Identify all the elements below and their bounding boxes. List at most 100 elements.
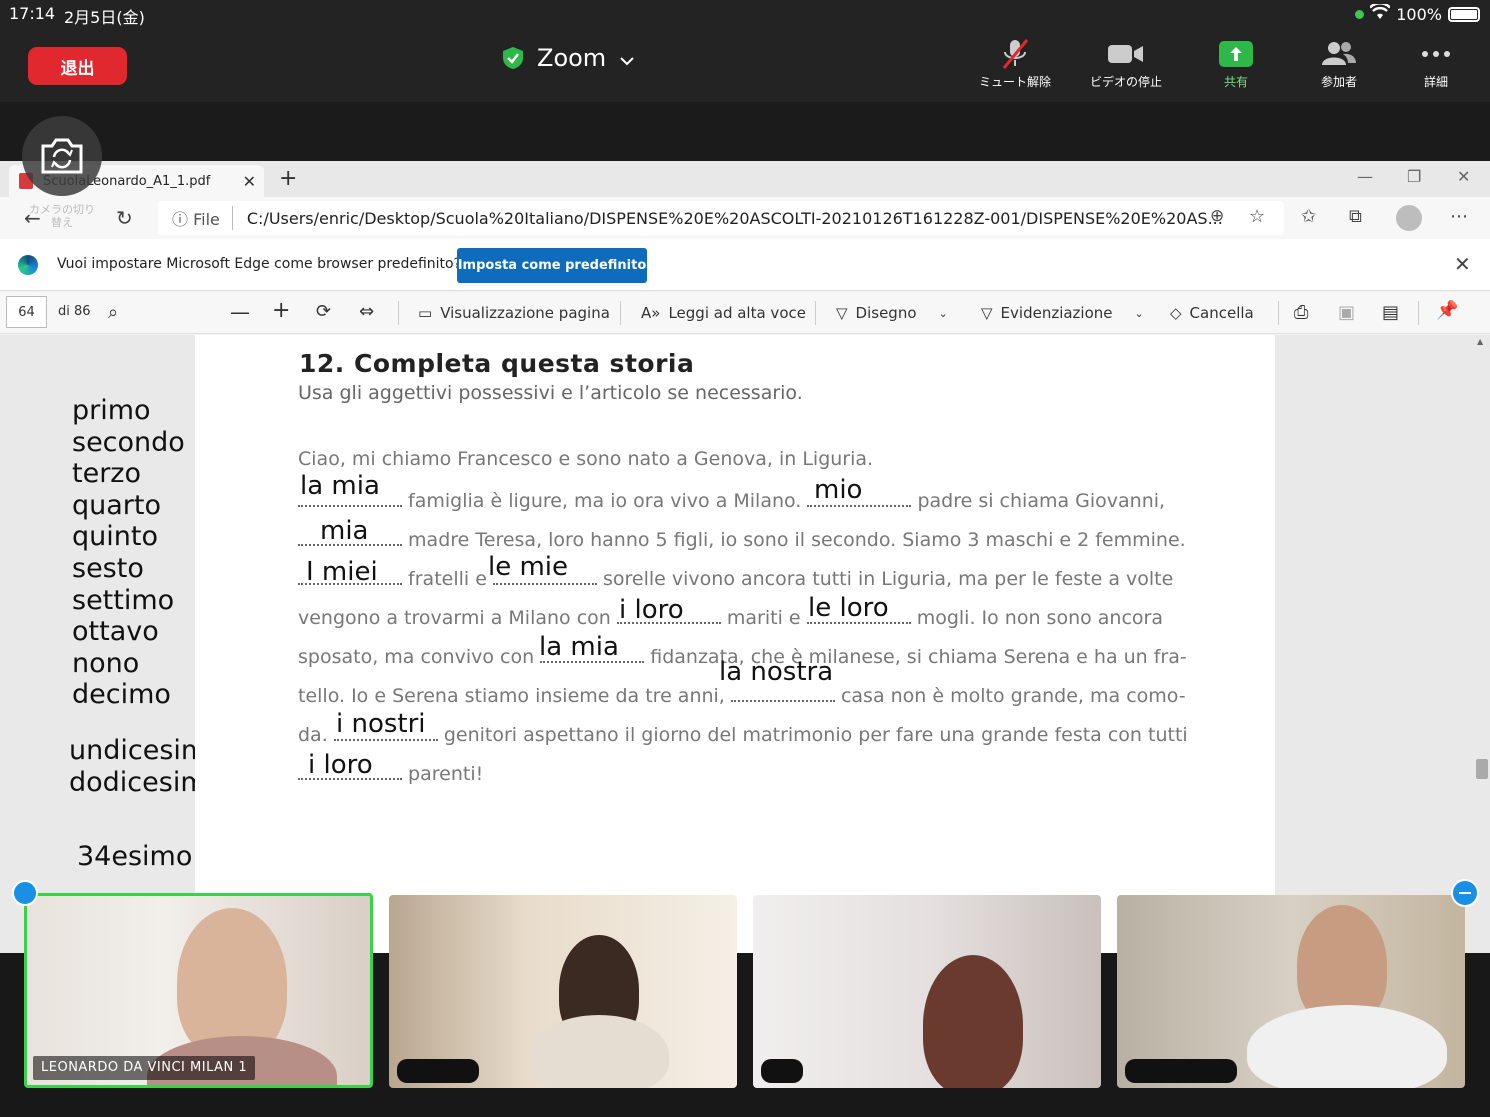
ordinal-note: ottavo	[72, 616, 159, 648]
shared-screen-margin	[0, 102, 1490, 161]
more-button[interactable]: 詳細	[1381, 38, 1490, 90]
ordinal-note: terzo	[72, 458, 141, 490]
participant-video	[923, 955, 1023, 1088]
video-camera-icon	[1071, 38, 1181, 70]
set-default-button[interactable]: Imposta come predefinito	[457, 248, 647, 283]
story-line: fratelli e sorelle vivono ancora tutti i…	[298, 565, 1173, 590]
favorites-icon[interactable]: ✩	[1301, 206, 1316, 227]
restore-icon[interactable]: ❐	[1407, 167, 1421, 186]
video-tile-active-speaker[interactable]: LEONARDO DA VINCI MILAN 1	[24, 893, 373, 1088]
camera-in-use-dot	[1355, 9, 1365, 19]
answer-text: mia	[320, 516, 369, 546]
answer-text: i nostri	[336, 709, 426, 739]
pdf-viewer[interactable]: primo secondo terzo quarto quinto sesto …	[0, 335, 1490, 953]
collections-icon[interactable]: ⧉	[1349, 206, 1362, 227]
ordinal-note: sesto	[72, 552, 144, 584]
ordinal-note: settimo	[72, 584, 175, 616]
minimize-icon[interactable]: —	[1357, 167, 1373, 186]
erase-button[interactable]: ◇ Cancella	[1170, 304, 1254, 322]
wifi-icon	[1369, 2, 1392, 24]
participant-name: LEONARDO DA VINCI MILAN 1	[33, 1056, 256, 1080]
answer-text: le loro	[808, 593, 889, 623]
share-arrow-icon	[1219, 41, 1253, 67]
stop-video-button[interactable]: ビデオの停止	[1071, 38, 1181, 90]
scroll-thumb[interactable]	[1476, 759, 1488, 779]
edge-browser-window: ScuolaLeonardo_A1_1.pdf ✕ + — ❐ ✕ ← ↻ ⓘ …	[0, 161, 1490, 953]
add-favorite-icon[interactable]: ☆	[1249, 206, 1265, 227]
answer-text: le mie	[488, 552, 569, 582]
participants-button[interactable]: 参加者	[1284, 38, 1394, 90]
chevron-down-icon[interactable]: ⌄	[939, 307, 948, 320]
answer-text: la nostra	[719, 657, 834, 687]
address-bar[interactable]: ⓘ File C:/Users/enric/Desktop/Scuola%20I…	[158, 201, 1284, 235]
save-icon[interactable]: ▣	[1338, 302, 1355, 323]
edge-logo-icon	[18, 255, 38, 275]
participant-video	[1247, 1005, 1447, 1088]
share-button[interactable]: 共有	[1181, 38, 1291, 90]
story-line: da. genitori aspettano il giorno del mat…	[298, 721, 1188, 746]
answer-text: la mia	[539, 632, 619, 662]
ordinal-note: nono	[72, 647, 140, 679]
ordinal-note: primo	[72, 395, 151, 426]
unmute-button[interactable]: ミュート解除	[960, 38, 1070, 90]
scroll-up-icon[interactable]: ▲	[1477, 337, 1483, 346]
draw-button[interactable]: ▽ Disegno ⌄	[836, 304, 948, 322]
zoom-out-icon[interactable]: —	[230, 300, 250, 324]
video-tile[interactable]	[389, 895, 737, 1088]
more-dots-icon	[1381, 38, 1490, 70]
vertical-scrollbar[interactable]: ▲	[1474, 335, 1488, 953]
more-label: 詳細	[1423, 75, 1448, 89]
search-icon[interactable]: ⌕	[108, 302, 118, 323]
pdf-page: 12. Completa questa storia Usa gli agget…	[195, 335, 1275, 953]
participants-icon	[1284, 38, 1394, 70]
zoom-in-icon[interactable]: +	[272, 298, 290, 323]
leave-button[interactable]: 退出	[28, 47, 127, 85]
video-tile[interactable]	[753, 895, 1101, 1088]
participant-video	[529, 1015, 669, 1088]
page-count: di 86	[58, 304, 91, 319]
close-window-icon[interactable]: ✕	[1457, 167, 1470, 186]
pin-toolbar-icon[interactable]: 📌	[1436, 300, 1458, 321]
status-date: 2月5日(金)	[64, 8, 145, 27]
ordinal-note: decimo	[72, 679, 171, 711]
page-view-icon: ▭	[418, 304, 433, 322]
highlight-button[interactable]: ▽ Evidenziazione ⌄	[981, 304, 1144, 322]
tab-bar: ScuolaLeonardo_A1_1.pdf ✕ + — ❐ ✕	[0, 161, 1490, 197]
profile-avatar[interactable]	[1396, 205, 1422, 231]
refresh-icon[interactable]: ↻	[116, 206, 133, 230]
settings-more-icon[interactable]: ⋯	[1450, 206, 1468, 227]
page-number-input[interactable]: 64	[6, 296, 47, 328]
url-text: C:/Users/enric/Desktop/Scuola%20Italiano…	[246, 208, 1223, 228]
share-label: 共有	[1223, 75, 1248, 89]
answer-text: mio	[814, 475, 863, 505]
infobar-text: Vuoi impostare Microsoft Edge come brows…	[57, 256, 462, 272]
page-view-button[interactable]: ▭ Visualizzazione pagina	[418, 304, 610, 322]
meeting-title[interactable]: Zoom	[503, 44, 634, 72]
close-infobar-icon[interactable]: ✕	[1454, 252, 1471, 276]
default-browser-infobar: Vuoi impostare Microsoft Edge come brows…	[0, 239, 1490, 291]
chevron-down-icon[interactable]: ⌄	[1135, 307, 1144, 320]
zoom-page-icon[interactable]: ⊕	[1210, 206, 1224, 226]
ordinal-note: quarto	[72, 489, 162, 521]
answer-text: i loro	[619, 595, 684, 625]
save-as-icon[interactable]: ▤	[1382, 302, 1399, 323]
print-icon[interactable]: ⎙	[1294, 302, 1308, 323]
rotate-icon[interactable]: ⟳	[316, 301, 331, 322]
video-tile[interactable]	[1117, 895, 1465, 1088]
camera-switch-button[interactable]	[22, 116, 102, 196]
close-tab-icon[interactable]: ✕	[243, 172, 256, 191]
read-aloud-icon: A»	[641, 304, 661, 322]
address-bar-row: ← ↻ ⓘ File C:/Users/enric/Desktop/Scuola…	[0, 197, 1490, 239]
meeting-title-text: Zoom	[537, 44, 607, 72]
collapse-gallery-icon[interactable]	[1451, 879, 1479, 907]
chevron-down-icon	[620, 44, 634, 72]
file-indicator: ⓘ File	[172, 206, 233, 230]
eraser-icon: ◇	[1170, 304, 1182, 322]
exercise-title: 12. Completa questa storia	[299, 349, 695, 378]
fit-page-icon[interactable]: ⇔	[359, 301, 374, 322]
spotlight-icon[interactable]	[12, 880, 38, 906]
ordinal-note-34: 34esimo	[77, 841, 193, 872]
mic-muted-icon	[960, 38, 1070, 70]
new-tab-icon[interactable]: +	[279, 166, 297, 191]
read-aloud-button[interactable]: A» Leggi ad alta voce	[641, 304, 806, 322]
